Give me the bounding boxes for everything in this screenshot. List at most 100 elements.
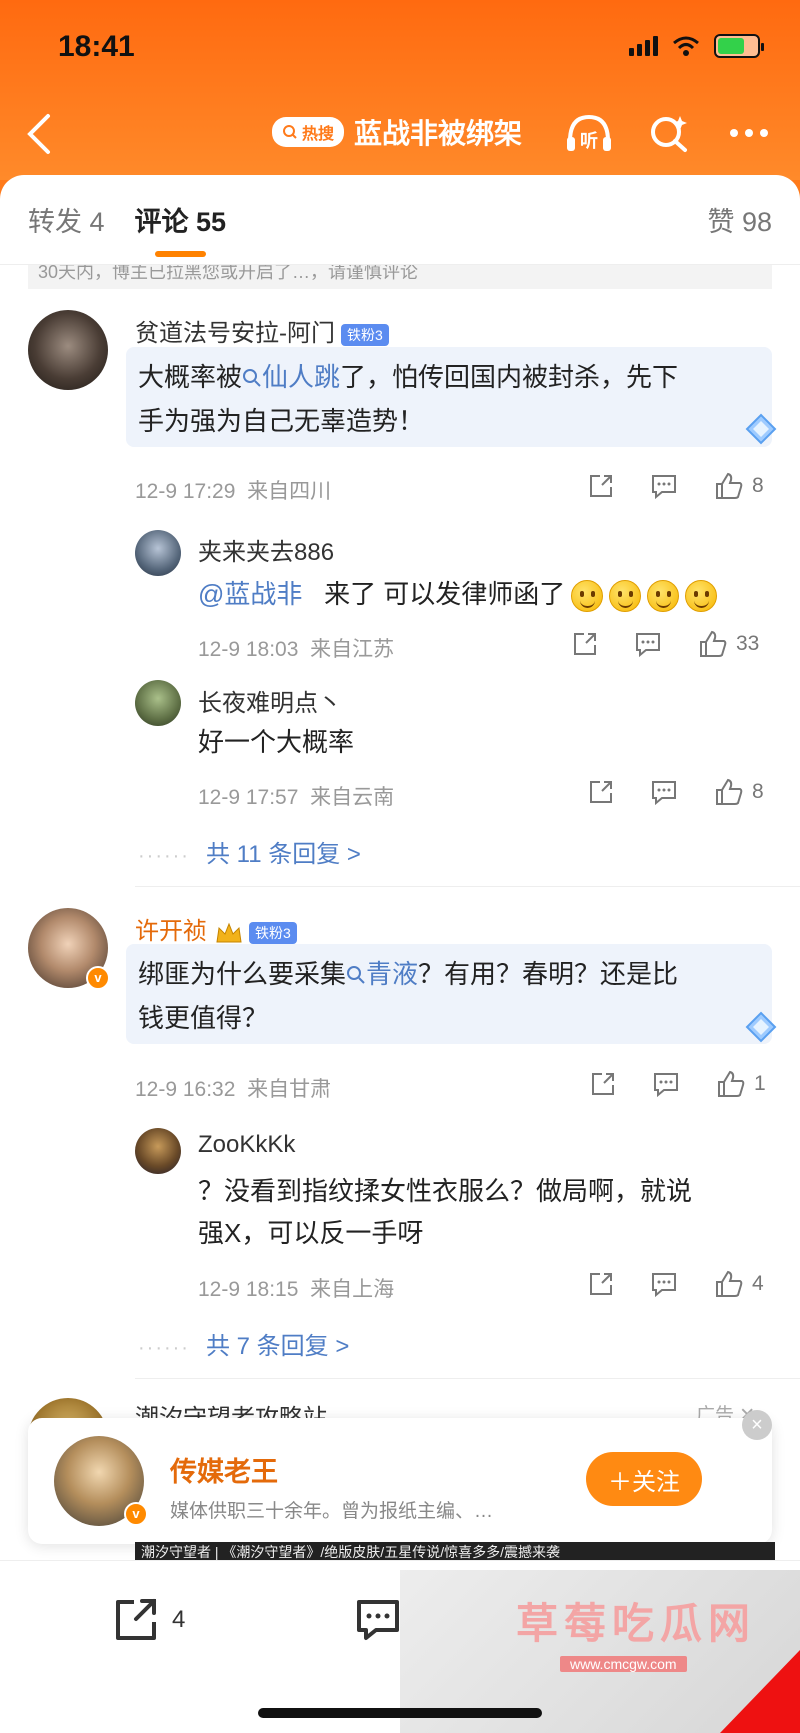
mention-link[interactable]: @蓝战非 bbox=[198, 579, 302, 609]
listen-button[interactable]: 听 bbox=[564, 108, 614, 158]
tab-like[interactable]: 赞 98 bbox=[707, 200, 772, 239]
status-time: 18:41 bbox=[58, 30, 135, 63]
comment-username[interactable]: 贫道法号安拉-阿门 铁粉3 bbox=[135, 313, 389, 348]
reply-actions: 33 bbox=[572, 630, 759, 658]
comment-actions: 1 bbox=[590, 1070, 766, 1098]
verified-badge: v bbox=[124, 1502, 148, 1526]
smile-emoji-icon bbox=[571, 580, 604, 613]
follow-card[interactable]: v 传媒老王 媒体供职三十余年。曾为报纸主编、… ＋关注 × bbox=[28, 1410, 772, 1544]
avatar[interactable] bbox=[135, 1128, 181, 1174]
signal-icon bbox=[629, 36, 658, 56]
thumbs-up-icon bbox=[716, 778, 743, 805]
reply-button[interactable] bbox=[634, 631, 662, 657]
avatar[interactable] bbox=[28, 310, 108, 390]
comment-button[interactable] bbox=[354, 1597, 402, 1643]
comment-text: 绑匪为什么要采集 青液？有用？春明？还是比 钱更值得？ bbox=[126, 944, 772, 1044]
comment-icon bbox=[652, 1273, 676, 1297]
share-button[interactable] bbox=[572, 631, 598, 657]
like-count: 8 bbox=[752, 474, 764, 497]
nav-title-group[interactable]: 热搜 蓝战非被绑架 bbox=[272, 112, 522, 152]
reply-actions: 4 bbox=[588, 1270, 764, 1298]
more-replies-link[interactable]: ······ 共 11 条回复 > bbox=[138, 834, 361, 869]
tab-bar: 转发 4 评论 55 赞 98 bbox=[0, 175, 800, 265]
reply-button[interactable] bbox=[652, 1071, 680, 1097]
avatar[interactable] bbox=[135, 680, 181, 726]
repost-button[interactable]: 4 bbox=[112, 1597, 185, 1643]
share-icon bbox=[592, 1073, 614, 1095]
thumbs-up-icon bbox=[716, 472, 743, 499]
reply-meta: 12-9 18:03 来自江苏 bbox=[198, 638, 395, 661]
reply-button[interactable] bbox=[650, 473, 678, 499]
share-icon bbox=[574, 633, 596, 655]
smile-emoji-icon bbox=[609, 580, 642, 613]
reply-username[interactable]: ZooKkKk bbox=[198, 1131, 295, 1159]
nav-actions: 听 bbox=[564, 108, 774, 158]
search-icon bbox=[651, 116, 687, 152]
like-button[interactable]: 1 bbox=[716, 1070, 766, 1098]
share-icon bbox=[590, 781, 612, 803]
comment-notice: 30天内，博主已拉黑您或开启了…，请谨慎评论 bbox=[28, 265, 772, 289]
thumbs-up-icon bbox=[718, 1070, 745, 1097]
share-button[interactable] bbox=[588, 473, 614, 499]
comment-meta: 12-9 16:32 来自甘肃 bbox=[135, 1078, 332, 1101]
like-count: 4 bbox=[752, 1272, 764, 1295]
comment-icon bbox=[652, 475, 676, 499]
home-indicator[interactable] bbox=[258, 1708, 542, 1718]
share-button[interactable] bbox=[588, 779, 614, 805]
page-title: 蓝战非被绑架 bbox=[354, 118, 523, 149]
search-button[interactable] bbox=[644, 108, 694, 158]
reply-button[interactable] bbox=[650, 1271, 678, 1297]
tab-repost[interactable]: 转发 4 bbox=[28, 200, 105, 239]
search-icon bbox=[283, 125, 297, 139]
comment-icon bbox=[654, 1073, 678, 1097]
reply-text: 好一个大概率 bbox=[198, 727, 355, 757]
back-arrow-icon[interactable] bbox=[20, 110, 56, 158]
repost-count: 4 bbox=[172, 1606, 186, 1633]
reply-username[interactable]: 夹来夹去886 bbox=[198, 532, 334, 567]
share-button[interactable] bbox=[588, 1271, 614, 1297]
comment-actions: 8 bbox=[588, 472, 764, 500]
comment-divider bbox=[135, 886, 800, 887]
reply-username[interactable]: 长夜难明点丶 bbox=[198, 683, 342, 718]
comment-username[interactable]: 许开祯 铁粉3 bbox=[135, 911, 297, 946]
more-button[interactable] bbox=[724, 108, 774, 158]
share-button[interactable] bbox=[590, 1071, 616, 1097]
verified-badge: v bbox=[86, 966, 110, 990]
like-button[interactable]: 33 bbox=[698, 630, 759, 658]
reply-button[interactable] bbox=[650, 779, 678, 805]
topic-link[interactable]: 青液 bbox=[346, 959, 418, 989]
like-button[interactable]: 8 bbox=[714, 778, 764, 806]
diamond-icon bbox=[745, 1011, 777, 1043]
reply-text: @蓝战非 来了 可以发律师函了 bbox=[198, 574, 718, 614]
more-dots-icon bbox=[730, 129, 768, 137]
search-icon bbox=[243, 369, 261, 387]
comment-icon bbox=[636, 633, 660, 657]
like-count: 1 bbox=[754, 1072, 766, 1095]
reply-text: ？没看到指纹揉女性衣服么？做局啊，就说 强X，可以反一手呀 bbox=[198, 1176, 693, 1248]
wifi-icon bbox=[673, 36, 699, 56]
status-icons bbox=[629, 34, 764, 58]
like-button[interactable]: 8 bbox=[714, 472, 764, 500]
hot-search-tag: 热搜 bbox=[272, 117, 345, 147]
comment-icon bbox=[357, 1600, 399, 1640]
reply-meta: 12-9 17:57 来自云南 bbox=[198, 786, 395, 809]
comment-icon bbox=[652, 781, 676, 805]
card-username[interactable]: 传媒老王 bbox=[170, 1450, 278, 1489]
topic-link[interactable]: 仙人跳 bbox=[242, 362, 340, 392]
fan-badge: 铁粉3 bbox=[341, 323, 389, 346]
watermark-corner bbox=[720, 1650, 800, 1733]
like-button[interactable]: 4 bbox=[714, 1270, 764, 1298]
close-icon[interactable]: × bbox=[742, 1410, 772, 1440]
watermark-title: 草莓吃瓜网 bbox=[516, 1600, 757, 1647]
ad-banner[interactable]: 潮汐守望者 | 《潮汐守望者》/绝版皮肤/五星传说/惊喜多多/震撼来袭 bbox=[135, 1542, 775, 1562]
tab-comment[interactable]: 评论 55 bbox=[135, 200, 226, 257]
search-icon bbox=[347, 966, 365, 984]
thumbs-up-icon bbox=[700, 630, 727, 657]
like-count: 8 bbox=[752, 780, 764, 803]
follow-button[interactable]: ＋关注 bbox=[586, 1452, 702, 1506]
avatar[interactable] bbox=[135, 530, 181, 576]
svg-text:听: 听 bbox=[580, 130, 598, 152]
comment-meta: 12-9 17:29 来自四川 bbox=[135, 480, 332, 503]
smile-emoji-icon bbox=[685, 580, 718, 613]
more-replies-link[interactable]: ······ 共 7 条回复 > bbox=[138, 1326, 349, 1361]
